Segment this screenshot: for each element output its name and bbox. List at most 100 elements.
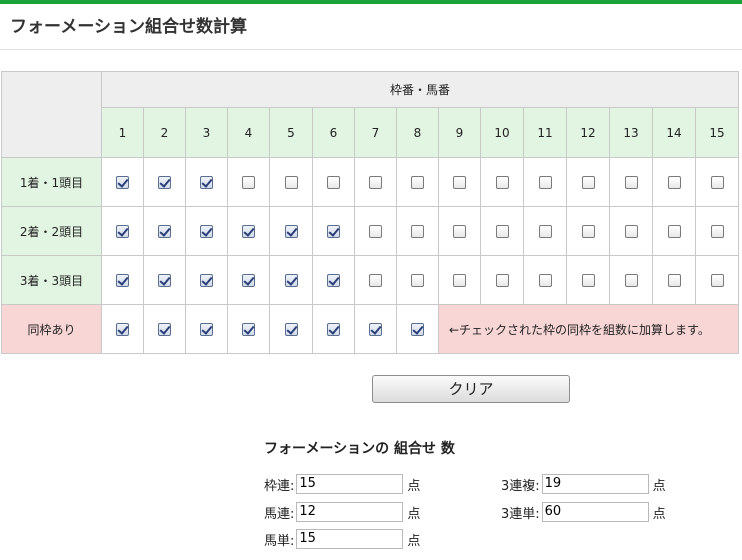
horse-checkbox[interactable] — [284, 225, 298, 238]
uma-tan-field[interactable]: 15 — [296, 529, 404, 549]
grid-cell — [396, 304, 439, 354]
number-header-3: 3 — [185, 107, 228, 158]
grid-cell — [269, 304, 313, 354]
horse-checkbox[interactable] — [158, 225, 171, 238]
horse-checkbox[interactable] — [284, 274, 298, 287]
horse-checkbox[interactable] — [200, 274, 213, 287]
grid-cell — [480, 157, 524, 207]
horse-checkbox[interactable] — [667, 176, 681, 189]
sanrentan-field[interactable]: 60 — [541, 502, 649, 522]
grid-cell — [101, 255, 144, 305]
horse-checkbox[interactable] — [327, 274, 340, 287]
clear-button[interactable]: クリア — [372, 375, 570, 403]
horse-checkbox[interactable] — [158, 274, 171, 287]
grid-cell — [101, 157, 144, 207]
number-header-15: 15 — [695, 107, 739, 158]
grid-cell — [185, 255, 228, 305]
horse-checkbox[interactable] — [369, 225, 382, 238]
grid-cell — [652, 157, 696, 207]
grid-cell — [227, 255, 270, 305]
result-uma-ren: 馬連: 12 点 — [264, 502, 420, 522]
horse-checkbox[interactable] — [581, 225, 595, 238]
same-frame-checkbox[interactable] — [327, 323, 340, 336]
same-frame-checkbox[interactable] — [242, 323, 255, 336]
number-header-6: 6 — [312, 107, 355, 158]
horse-checkbox[interactable] — [116, 176, 129, 189]
grid-cell — [143, 304, 186, 354]
same-frame-checkbox[interactable] — [200, 323, 213, 336]
horse-checkbox[interactable] — [581, 274, 595, 287]
grid-cell — [652, 206, 696, 256]
grid-cell — [438, 255, 481, 305]
horse-checkbox[interactable] — [369, 274, 382, 287]
grid-cell — [609, 157, 653, 207]
horse-checkbox[interactable] — [667, 274, 681, 287]
number-header-14: 14 — [652, 107, 696, 158]
sanrenpuku-field[interactable]: 19 — [541, 474, 649, 494]
horse-checkbox[interactable] — [453, 225, 466, 238]
number-header-11: 11 — [523, 107, 567, 158]
horse-checkbox[interactable] — [667, 225, 681, 238]
horse-checkbox[interactable] — [242, 225, 255, 238]
horse-checkbox[interactable] — [411, 225, 424, 238]
grid-cell — [312, 206, 355, 256]
horse-checkbox[interactable] — [284, 176, 298, 189]
same-frame-label: 同枠あり — [1, 304, 102, 354]
horse-checkbox[interactable] — [453, 274, 466, 287]
grid-cell — [480, 206, 524, 256]
same-frame-checkbox[interactable] — [284, 323, 298, 336]
horse-checkbox[interactable] — [242, 176, 255, 189]
number-header-13: 13 — [609, 107, 653, 158]
grid-cell — [652, 255, 696, 305]
horse-checkbox[interactable] — [710, 274, 724, 287]
horse-checkbox[interactable] — [624, 176, 638, 189]
grid-cell — [312, 255, 355, 305]
horse-checkbox[interactable] — [327, 225, 340, 238]
horse-checkbox[interactable] — [158, 176, 171, 189]
horse-checkbox[interactable] — [495, 176, 509, 189]
result-waku-ren: 枠連: 15 点 — [264, 474, 420, 494]
horse-checkbox[interactable] — [710, 225, 724, 238]
same-frame-checkbox[interactable] — [369, 323, 382, 336]
grid-cell — [227, 206, 270, 256]
horse-checkbox[interactable] — [200, 225, 213, 238]
horse-checkbox[interactable] — [242, 274, 255, 287]
horse-checkbox[interactable] — [453, 176, 466, 189]
number-header-row: 1 2 3 4 5 6 7 8 9 10 11 12 13 14 15 — [2, 107, 739, 158]
number-header-2: 2 — [143, 107, 186, 158]
uma-ren-field[interactable]: 12 — [296, 502, 404, 522]
horse-checkbox[interactable] — [411, 176, 424, 189]
horse-checkbox[interactable] — [538, 274, 552, 287]
result-uma-tan: 馬単: 15 点 — [264, 529, 420, 549]
number-header-5: 5 — [269, 107, 313, 158]
horse-checkbox[interactable] — [581, 176, 595, 189]
same-frame-checkbox[interactable] — [116, 323, 129, 336]
horse-checkbox[interactable] — [411, 274, 424, 287]
grid-cell — [396, 157, 439, 207]
horse-checkbox[interactable] — [327, 176, 340, 189]
horse-checkbox[interactable] — [710, 176, 724, 189]
grid-cell — [354, 304, 397, 354]
grid-cell — [480, 255, 524, 305]
same-frame-checkbox[interactable] — [158, 323, 171, 336]
horse-checkbox[interactable] — [495, 225, 509, 238]
horse-checkbox[interactable] — [116, 274, 129, 287]
horse-checkbox[interactable] — [495, 274, 509, 287]
grid-cell — [185, 304, 228, 354]
grid-cell — [312, 157, 355, 207]
grid-cell — [609, 206, 653, 256]
horse-checkbox[interactable] — [369, 176, 382, 189]
grid-cell — [185, 157, 228, 207]
horse-checkbox[interactable] — [624, 225, 638, 238]
horse-checkbox[interactable] — [116, 225, 129, 238]
waku-ren-label: 枠連: — [264, 478, 295, 494]
sanrenpuku-unit: 点 — [652, 478, 666, 494]
horse-checkbox[interactable] — [538, 225, 552, 238]
waku-ren-field[interactable]: 15 — [296, 474, 404, 494]
horse-checkbox[interactable] — [624, 274, 638, 287]
horse-checkbox[interactable] — [200, 176, 213, 189]
grid-cell — [185, 206, 228, 256]
same-frame-checkbox[interactable] — [411, 323, 424, 336]
horse-checkbox[interactable] — [538, 176, 552, 189]
uma-ren-unit: 点 — [407, 506, 421, 522]
